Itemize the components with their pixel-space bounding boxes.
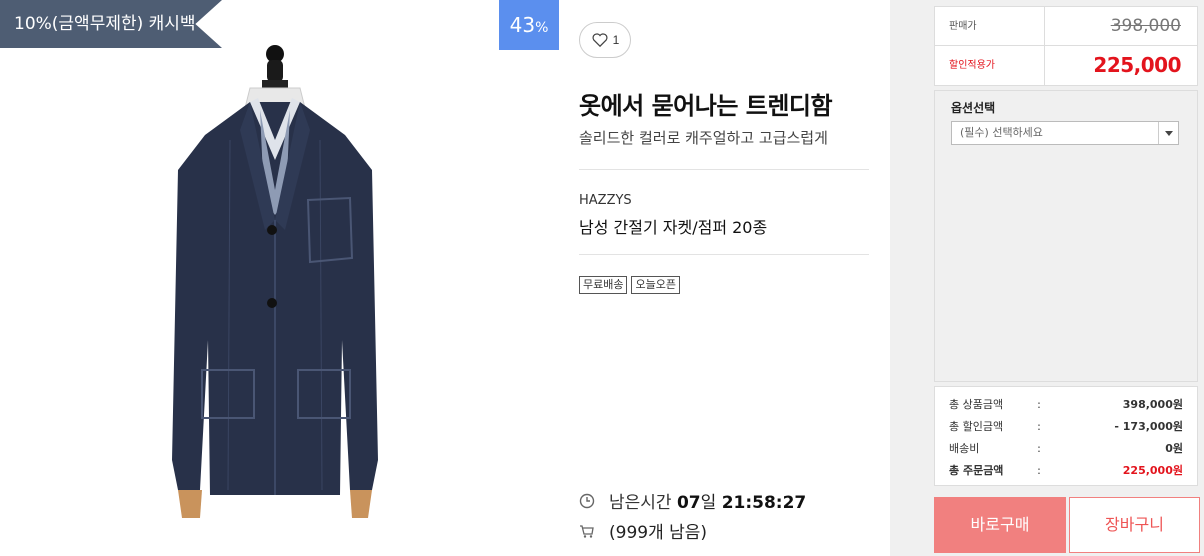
option-select-value: (필수) 선택하세요 xyxy=(960,126,1043,139)
product-info: 1 옷에서 묻어나는 트렌디함 솔리드한 컬러로 캐주얼하고 고급스럽게 HAZ… xyxy=(579,0,869,556)
clock-icon xyxy=(579,493,595,508)
discount-number: 43 xyxy=(509,13,536,37)
remaining-time: 남은시간 07일 21:58:27 xyxy=(579,488,806,513)
total-product-label: 총 상품금액 xyxy=(949,398,1004,411)
shipping-value: 0원 xyxy=(1165,442,1183,455)
product-image-area[interactable]: 10%(금액무제한) 캐시백 43% xyxy=(0,0,560,556)
purchase-panel: 판매가 398,000 할인적용가 225,000 옵션선택 (필수) 선택하세… xyxy=(918,0,1204,556)
total-discount-value: - 173,000원 xyxy=(1114,420,1183,433)
shipping-row: 배송비 : 0원 xyxy=(949,437,1183,459)
order-totals: 총 상품금액 : 398,000원 총 할인금액 : - 173,000원 배송… xyxy=(934,386,1198,486)
order-total-row: 총 주문금액 : 225,000원 xyxy=(949,459,1183,481)
total-product-row: 총 상품금액 : 398,000원 xyxy=(949,393,1183,415)
sale-price-label: 할인적용가 xyxy=(935,46,1045,85)
colon: : xyxy=(1037,463,1041,477)
remaining-label: 남은시간 xyxy=(609,493,672,513)
options-title: 옵션선택 xyxy=(951,101,996,115)
add-to-cart-button[interactable]: 장바구니 xyxy=(1069,497,1200,553)
sale-price-row: 할인적용가 225,000 xyxy=(935,46,1197,85)
discount-badge: 43% xyxy=(499,0,559,50)
tag-free-shipping: 무료배송 xyxy=(579,276,628,294)
order-total-label: 총 주문금액 xyxy=(949,464,1004,477)
total-discount-row: 총 할인금액 : - 173,000원 xyxy=(949,415,1183,437)
like-button[interactable]: 1 xyxy=(579,22,631,58)
original-price-label: 판매가 xyxy=(935,7,1045,45)
cart-icon xyxy=(580,524,594,538)
option-select[interactable]: (필수) 선택하세요 xyxy=(951,121,1179,145)
remaining-clock: 21:58:27 xyxy=(721,493,807,513)
order-total-value: 225,000원 xyxy=(1122,464,1183,477)
original-price: 398,000 xyxy=(1110,16,1181,36)
divider xyxy=(579,169,869,170)
colon: : xyxy=(1037,441,1041,455)
heart-icon xyxy=(592,33,608,48)
total-discount-label: 총 할인금액 xyxy=(949,420,1004,433)
shipping-label: 배송비 xyxy=(949,442,980,455)
tag-today-open: 오늘오픈 xyxy=(631,276,680,294)
total-product-value: 398,000원 xyxy=(1122,398,1183,411)
tag-list: 무료배송 오늘오픈 xyxy=(579,276,680,294)
divider xyxy=(579,254,869,255)
buy-now-button[interactable]: 바로구매 xyxy=(934,497,1066,553)
original-price-row: 판매가 398,000 xyxy=(935,7,1197,46)
product-name: 남성 간절기 자켓/점퍼 20종 xyxy=(579,218,768,237)
colon: : xyxy=(1037,419,1041,433)
remaining-days: 07일 xyxy=(676,493,717,513)
like-count: 1 xyxy=(612,33,620,47)
product-subtitle: 솔리드한 컬러로 캐주얼하고 고급스럽게 xyxy=(579,129,828,147)
stock-text: (999개 남음) xyxy=(609,523,708,543)
options-box: 옵션선택 (필수) 선택하세요 xyxy=(934,90,1198,382)
discount-unit: % xyxy=(535,20,549,36)
product-card: 10%(금액무제한) 캐시백 43% 1 옷에서 묻어나는 트렌디함 솔리드한 … xyxy=(0,0,890,556)
stock-info: (999개 남음) xyxy=(579,518,707,543)
chevron-down-icon[interactable] xyxy=(1158,122,1178,144)
price-table: 판매가 398,000 할인적용가 225,000 xyxy=(934,6,1198,86)
brand-name: HAZZYS xyxy=(579,193,632,208)
product-title: 옷에서 묻어나는 트렌디함 xyxy=(579,92,833,120)
product-jacket-image xyxy=(172,45,378,518)
sale-price: 225,000 xyxy=(1093,53,1181,77)
colon: : xyxy=(1037,397,1041,411)
